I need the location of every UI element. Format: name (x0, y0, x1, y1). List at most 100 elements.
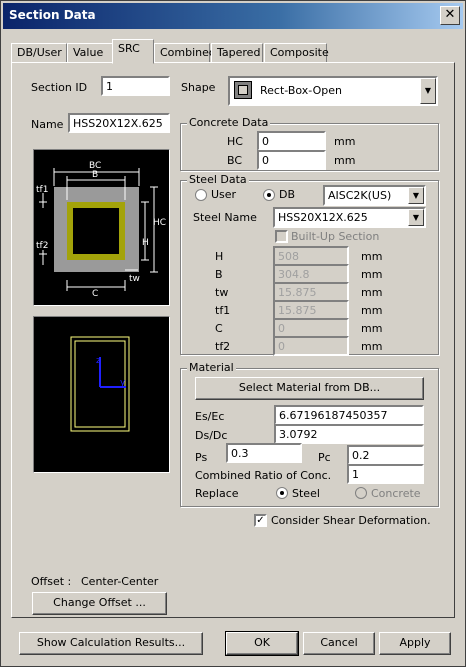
change-offset-button[interactable]: Change Offset ... (32, 592, 167, 615)
c-input[interactable]: 0 (273, 318, 349, 338)
bc-label: BC (227, 154, 243, 167)
pc-label: Pc (318, 451, 331, 464)
builtup-label: Built-Up Section (291, 230, 380, 243)
steel-data-title: Steel Data (187, 173, 249, 186)
b-dimension-label: B (92, 170, 98, 180)
prop-unit: mm (361, 250, 383, 263)
offset-value: Center-Center (81, 575, 159, 588)
tf2-input[interactable]: 0 (273, 336, 349, 356)
name-label: Name (31, 118, 64, 131)
prop-unit: mm (361, 268, 383, 281)
prop-label: tf1 (215, 304, 231, 317)
db-select[interactable]: AISC2K(US) ▼ (323, 185, 426, 206)
chevron-down-icon[interactable]: ▼ (408, 209, 424, 226)
steel-name-label: Steel Name (193, 211, 257, 224)
shear-deformation-label: Consider Shear Deformation. (271, 514, 431, 527)
tab-combined[interactable]: Combined (154, 43, 216, 63)
tw-dimension-label: tw (129, 274, 140, 284)
section-data-dialog: Section Data ✕ DB/User Value SRC Combine… (0, 0, 466, 667)
steel-name-value: HSS20X12X.625 (278, 211, 368, 224)
prop-unit: mm (361, 304, 383, 317)
prop-label: H (215, 250, 224, 263)
pc-input[interactable]: 0.2 (347, 445, 424, 465)
section-id-label: Section ID (31, 81, 88, 94)
chevron-down-icon[interactable]: ▼ (408, 187, 424, 204)
prop-label: C (215, 322, 223, 335)
ratio-input[interactable]: 1 (347, 464, 424, 484)
tab-value[interactable]: Value (67, 43, 113, 63)
offset-label: Offset : (31, 575, 72, 588)
tf1-dimension-label: tf1 (36, 185, 48, 195)
section-diagram: BC B HC H tf1 tf2 C tw (33, 149, 170, 306)
replace-concrete-radio[interactable] (355, 487, 367, 499)
section-id-input[interactable]: 1 (101, 76, 170, 96)
select-material-button[interactable]: Select Material from DB... (195, 377, 424, 400)
shear-deformation-checkbox[interactable]: ✓ (254, 514, 267, 527)
builtup-checkbox[interactable] (275, 230, 288, 243)
user-radio[interactable] (195, 189, 207, 201)
hc-label: HC (227, 135, 243, 148)
tab-db-user[interactable]: DB/User (11, 43, 67, 63)
cancel-button[interactable]: Cancel (303, 632, 375, 655)
hc-dimension-label: HC (153, 218, 166, 228)
replace-steel-label: Steel (292, 487, 320, 500)
concrete-data-title: Concrete Data (187, 116, 271, 129)
steel-data-group: Steel Data User DB AISC2K(US) ▼ Steel Na… (180, 173, 439, 356)
prop-label: B (215, 268, 223, 281)
replace-steel-radio[interactable] (276, 487, 288, 499)
ds-dc-input[interactable]: 3.0792 (274, 424, 424, 444)
concrete-data-group: Concrete Data HC 0 mm BC 0 mm (180, 116, 439, 171)
tf2-dimension-label: tf2 (36, 241, 48, 251)
axis-z-label: z (96, 356, 101, 366)
ds-label: Ds/Dc (195, 429, 228, 442)
tab-src[interactable]: SRC (112, 39, 154, 64)
title-bar: Section Data ✕ (3, 3, 463, 29)
tab-tapered[interactable]: Tapered (211, 43, 263, 63)
window-title: Section Data (9, 8, 96, 22)
tab-composite[interactable]: Composite (264, 43, 329, 63)
db-radio[interactable] (263, 189, 275, 201)
material-group: Material Select Material from DB... Es/E… (180, 361, 439, 507)
b-input[interactable]: 304.8 (273, 264, 349, 284)
steel-name-select[interactable]: HSS20X12X.625 ▼ (273, 207, 426, 228)
section-preview: z y (33, 316, 170, 473)
ok-button[interactable]: OK (225, 631, 299, 656)
bc-unit: mm (334, 154, 356, 167)
prop-unit: mm (361, 340, 383, 353)
hc-input[interactable]: 0 (257, 131, 326, 151)
material-title: Material (187, 361, 236, 374)
prop-label: tw (215, 286, 229, 299)
db-value: AISC2K(US) (328, 189, 392, 202)
tf1-input[interactable]: 15.875 (273, 300, 349, 320)
section-drawing: BC B HC H tf1 tf2 C tw (36, 161, 166, 299)
chevron-down-icon[interactable]: ▼ (420, 78, 436, 104)
h-input[interactable]: 508 (273, 246, 349, 266)
axis-y-label: y (120, 378, 126, 388)
replace-label: Replace (195, 487, 239, 500)
preview-drawing: z y (70, 336, 130, 432)
ps-label: Ps (195, 451, 208, 464)
show-calculation-results-button[interactable]: Show Calculation Results... (19, 632, 203, 655)
prop-unit: mm (361, 322, 383, 335)
es-ec-input[interactable]: 6.67196187450357 (274, 405, 424, 425)
c-dimension-label: C (92, 289, 98, 299)
close-button[interactable]: ✕ (440, 6, 460, 25)
h-dimension-label: H (142, 238, 149, 248)
apply-button[interactable]: Apply (379, 632, 451, 655)
prop-label: tf2 (215, 340, 231, 353)
src-tab-panel: Section ID 1 Shape Rect-Box-Open ▼ Name … (11, 62, 455, 618)
ps-input[interactable]: 0.3 (226, 443, 302, 463)
section-name-input[interactable]: HSS20X12X.625 (68, 113, 170, 133)
db-radio-label: DB (279, 188, 296, 201)
user-radio-label: User (211, 188, 237, 201)
tw-input[interactable]: 15.875 (273, 282, 349, 302)
shape-select[interactable]: Rect-Box-Open ▼ (228, 76, 438, 106)
ratio-label: Combined Ratio of Conc. (195, 469, 332, 482)
es-label: Es/Ec (195, 410, 225, 423)
shape-label: Shape (181, 81, 216, 94)
prop-unit: mm (361, 286, 383, 299)
replace-concrete-label: Concrete (371, 487, 421, 500)
shape-value: Rect-Box-Open (260, 84, 342, 97)
hc-unit: mm (334, 135, 356, 148)
bc-input[interactable]: 0 (257, 150, 326, 170)
